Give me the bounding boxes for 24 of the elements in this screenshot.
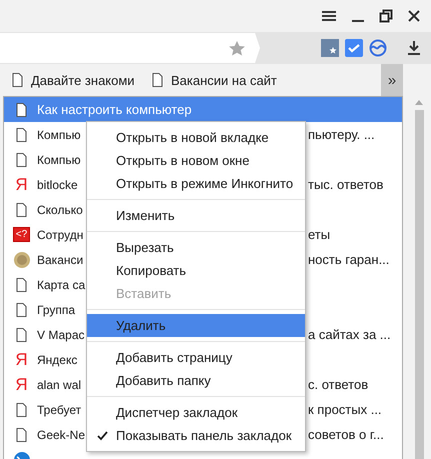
bookmark-title: пьютеру. ... [308, 127, 375, 142]
bookmark-title: Ваканси [37, 252, 84, 266]
bookmark-title: Компью [37, 128, 81, 142]
bookmark-title: ность гаран... [308, 252, 390, 267]
bookmark-title: еты [308, 227, 330, 242]
bookmark-title: Яндекс [37, 352, 78, 366]
bookmark-title: а сайтах за ... [308, 327, 391, 342]
bookmark-title: Сколько [37, 202, 83, 216]
bookmark-title: Карта са [37, 278, 86, 292]
bookmark-title: Сотрудн [37, 228, 84, 242]
bookmark-title: bitlocke [37, 178, 78, 192]
bookmark-title: Требует [37, 402, 82, 416]
bookmark-title: Как настроить компьютер [37, 102, 192, 117]
site-logo: Я [15, 376, 28, 392]
bookmark-title: Компью [37, 152, 81, 166]
site-logo: Я [15, 352, 28, 368]
site-logo: <? [12, 227, 30, 242]
site-logo: Я [15, 176, 28, 192]
bookmark-title: alan wal [37, 378, 82, 392]
bookmark-title: V Марас [37, 328, 84, 342]
bookmark-title: к простых ... [308, 402, 382, 417]
bookmark-title: Geek-Ne [37, 428, 86, 442]
bookmark-title: советов о г... [308, 427, 384, 442]
bookmark-title: Группа [37, 302, 76, 316]
